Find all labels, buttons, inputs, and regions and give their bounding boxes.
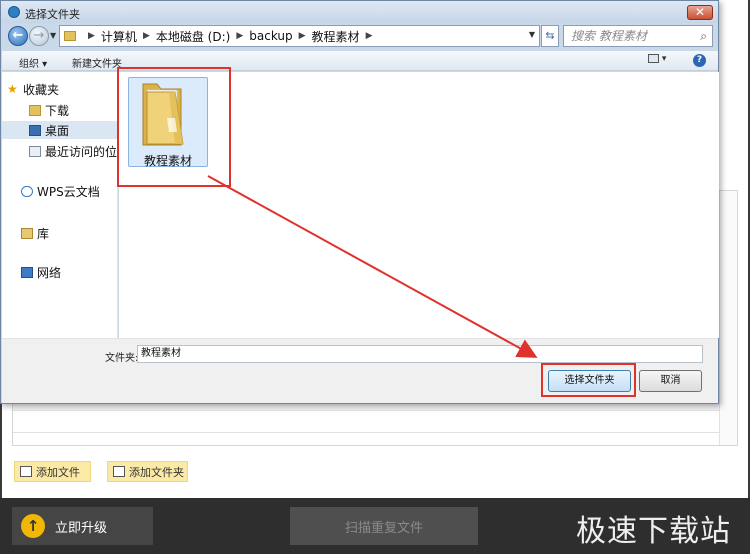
breadcrumb-computer[interactable]: 计算机	[101, 28, 137, 45]
search-icon[interactable]: ⌕	[700, 26, 707, 46]
sidebar-item-wps-cloud[interactable]: WPS云文档	[2, 182, 117, 200]
arrow-up-icon: ↑	[21, 514, 45, 538]
chevron-right-icon: ▶	[298, 31, 306, 41]
sidebar-item-label: 下载	[45, 103, 70, 118]
add-folder-label: 添加文件夹	[129, 465, 184, 479]
star-icon: ★	[7, 82, 18, 96]
folder-icon	[64, 31, 76, 41]
breadcrumb-backup[interactable]: backup	[249, 29, 292, 43]
help-icon[interactable]: ?	[693, 54, 706, 67]
dialog-titlebar[interactable]: 选择文件夹 ✕	[1, 1, 718, 23]
select-folder-dialog: 选择文件夹 ✕ ← → ▼ ▶ 计算机 ▶ 本地磁盘 (D:) ▶ backup…	[0, 0, 719, 404]
dialog-toolbar: 组织 ▾ 新建文件夹 ▾ ?	[2, 51, 718, 71]
cancel-button[interactable]: 取消	[639, 370, 702, 392]
close-button[interactable]: ✕	[687, 5, 713, 20]
recent-locations-dropdown[interactable]: ▼	[50, 31, 56, 40]
refresh-button[interactable]: ⇆	[541, 25, 559, 47]
watermark-logo: 极速下载站	[576, 514, 731, 549]
desktop-icon	[29, 124, 41, 136]
chevron-down-icon[interactable]: ▼	[529, 30, 535, 39]
chevron-right-icon: ▶	[236, 31, 244, 41]
download-folder-icon	[29, 104, 41, 116]
search-input[interactable]: 搜索 教程素材 ⌕	[563, 25, 713, 47]
library-icon	[21, 227, 33, 239]
navigation-pane: ★ 收藏夹 下载 桌面 最近访问的位置 WPS云文档 库 网络	[2, 72, 118, 338]
sidebar-item-label: 库	[37, 226, 50, 241]
app-icon	[8, 6, 20, 18]
add-file-button[interactable]: 添加文件	[14, 461, 91, 482]
breadcrumb-drive-d[interactable]: 本地磁盘 (D:)	[156, 28, 230, 45]
sidebar-item-favorites[interactable]: ★ 收藏夹	[2, 80, 117, 98]
dialog-title: 选择文件夹	[25, 8, 80, 21]
upgrade-label: 立即升级	[55, 520, 108, 536]
recent-places-icon	[29, 145, 41, 157]
add-file-label: 添加文件	[36, 465, 80, 479]
add-folder-icon	[113, 466, 125, 477]
chevron-right-icon: ▶	[365, 31, 373, 41]
sidebar-item-label: 网络	[37, 265, 62, 280]
sidebar-item-label: 桌面	[45, 123, 70, 138]
search-placeholder: 搜索 教程素材	[571, 29, 647, 43]
sidebar-item-library[interactable]: 库	[2, 224, 117, 242]
folder-field-label: 文件夹:	[105, 353, 139, 364]
annotation-highlight-select-button	[541, 363, 636, 397]
annotation-highlight-folder	[117, 67, 231, 187]
back-button[interactable]: ←	[8, 26, 28, 46]
organize-button[interactable]: 组织 ▾	[19, 55, 47, 70]
add-folder-button[interactable]: 添加文件夹	[107, 461, 188, 482]
upgrade-button[interactable]: ↑ 立即升级	[12, 507, 153, 545]
sidebar-item-label: 最近访问的位置	[45, 144, 118, 159]
sidebar-item-desktop[interactable]: 桌面	[2, 121, 117, 139]
scan-duplicates-button[interactable]: 扫描重复文件	[290, 507, 478, 545]
sidebar-item-downloads[interactable]: 下载	[2, 101, 117, 119]
chevron-right-icon: ▶	[142, 31, 150, 41]
table-row	[13, 411, 737, 433]
sidebar-item-network[interactable]: 网络	[2, 263, 117, 281]
breadcrumb-current-folder[interactable]: 教程素材	[312, 28, 360, 45]
cloud-icon	[21, 185, 33, 197]
sidebar-item-recent[interactable]: 最近访问的位置	[2, 142, 118, 160]
change-view-button[interactable]: ▾	[648, 54, 672, 67]
sidebar-item-label: WPS云文档	[37, 184, 100, 199]
chevron-right-icon: ▶	[88, 31, 95, 41]
network-icon	[21, 266, 33, 278]
folder-name-input[interactable]: 教程素材	[137, 345, 703, 363]
new-folder-button[interactable]: 新建文件夹	[72, 55, 122, 70]
view-icon	[648, 54, 659, 63]
address-bar[interactable]: ▶ 计算机 ▶ 本地磁盘 (D:) ▶ backup ▶ 教程素材 ▶ ▼	[59, 25, 540, 47]
forward-button[interactable]: →	[29, 26, 49, 46]
add-file-icon	[20, 466, 32, 477]
sidebar-item-label: 收藏夹	[23, 82, 60, 97]
table-scrollbar[interactable]	[719, 191, 737, 445]
